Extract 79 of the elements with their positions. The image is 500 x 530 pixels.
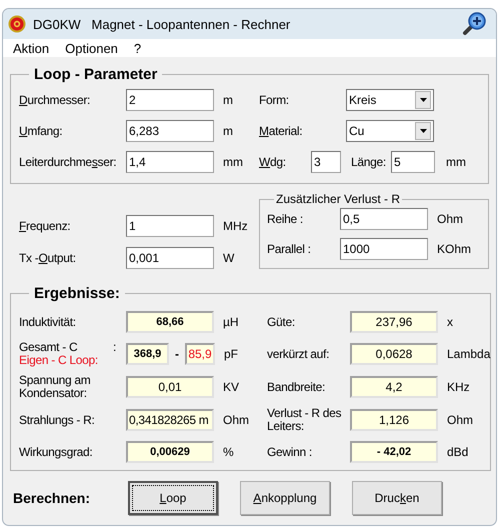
unit-label: KOhm	[436, 242, 472, 256]
output-field: 85,9	[185, 343, 215, 365]
result-label: Spannung am Kondensator:	[19, 374, 92, 400]
result-label: verkürzt auf:	[267, 348, 330, 360]
result-label: Güte:	[267, 316, 296, 328]
dropdown[interactable]: Kreis	[346, 89, 434, 111]
input-field[interactable]: 2	[126, 89, 214, 111]
unit-label: mm	[445, 155, 466, 169]
unit-label: x	[446, 315, 453, 329]
group-title: Ergebnisse:	[33, 285, 121, 302]
unit-label: Ohm	[222, 413, 250, 427]
unit-label: m	[222, 93, 234, 107]
result-label: Gesamt - C	[19, 341, 78, 354]
dropdown-arrow-icon	[420, 98, 426, 102]
unit-label: m	[222, 124, 234, 138]
output-field: 0,341828265 m	[126, 409, 214, 431]
field-label: Form:	[259, 93, 290, 107]
unit-label: W	[222, 251, 236, 265]
field-label: Parallel :	[267, 242, 312, 256]
input-field[interactable]: 1000	[340, 238, 428, 260]
output-field: 4,2	[350, 376, 438, 398]
menu-item[interactable]: ?	[134, 40, 142, 56]
input-field[interactable]: 1	[126, 215, 214, 237]
app-icon	[8, 15, 26, 33]
output-field: 237,96	[350, 311, 438, 333]
unit-label: %	[222, 445, 234, 459]
input-field[interactable]: 6,283	[126, 120, 214, 142]
input-field[interactable]: 1,4	[126, 151, 214, 173]
section-label: Berechnen:	[13, 490, 92, 506]
unit-label: dBd	[446, 445, 468, 459]
result-label: Induktivität:	[19, 316, 77, 328]
output-field: 0,0628	[350, 343, 438, 365]
output-field: 68,66	[126, 311, 214, 333]
field-label: Wdg:	[259, 155, 287, 169]
field-label: Material:	[259, 124, 304, 138]
menu-item[interactable]: Aktion	[13, 40, 50, 56]
zoom-in-icon[interactable]	[462, 11, 488, 37]
field-label: Tx -Output:	[19, 251, 77, 265]
input-field[interactable]: 3	[311, 151, 341, 173]
unit-label: mm	[222, 155, 244, 169]
unit-label: µH	[222, 315, 239, 329]
result-label: Gewinn :	[267, 446, 313, 458]
dropdown[interactable]: Cu	[346, 120, 434, 142]
group-title: Zusätzlicher Verlust - R	[275, 192, 402, 206]
unit-label: MHz	[222, 219, 249, 233]
colon-label: :	[112, 341, 116, 354]
group-title: Loop - Parameter	[33, 66, 158, 83]
unit-label: pF	[223, 347, 238, 361]
output-field: 368,9	[126, 343, 169, 365]
result-label: Verlust - R des Leiters:	[267, 407, 342, 433]
unit-label: KV	[222, 380, 240, 394]
result-label: Eigen - C Loop:	[19, 354, 99, 367]
result-label: Wirkungsgrad:	[19, 446, 94, 458]
field-label: Reihe :	[267, 212, 304, 226]
unit-label: KHz	[446, 380, 470, 394]
output-field: 0,01	[126, 376, 214, 398]
unit-label: Ohm	[436, 212, 464, 226]
button[interactable]: Loop	[128, 481, 218, 515]
input-field[interactable]: 0,001	[126, 247, 214, 269]
field-label: Umfang:	[19, 124, 64, 138]
field-label: Leiterdurchmesser:	[19, 155, 118, 169]
separator-label: -	[174, 347, 180, 361]
window-title: DG0KW Magnet - Loopantennen - Rechner	[33, 16, 292, 32]
unit-label: Lambda	[446, 347, 490, 361]
input-field[interactable]: 5	[391, 151, 435, 173]
dropdown-arrow-icon	[420, 129, 426, 133]
output-field: 1,126	[350, 409, 438, 431]
field-label: Durchmesser:	[19, 93, 92, 107]
button[interactable]: Drucken	[352, 481, 442, 515]
result-label: Strahlungs - R:	[19, 414, 96, 426]
menu-item[interactable]: Optionen	[65, 40, 118, 56]
output-field: 0,00629	[126, 441, 214, 463]
unit-label: Ohm	[446, 413, 474, 427]
button[interactable]: Ankopplung	[240, 481, 330, 515]
result-label: Bandbreite:	[267, 380, 326, 394]
output-field: - 42,02	[350, 441, 438, 463]
field-label: Länge:	[351, 155, 387, 169]
input-field[interactable]: 0,5	[340, 208, 428, 230]
field-label: Frequenz:	[19, 219, 72, 233]
